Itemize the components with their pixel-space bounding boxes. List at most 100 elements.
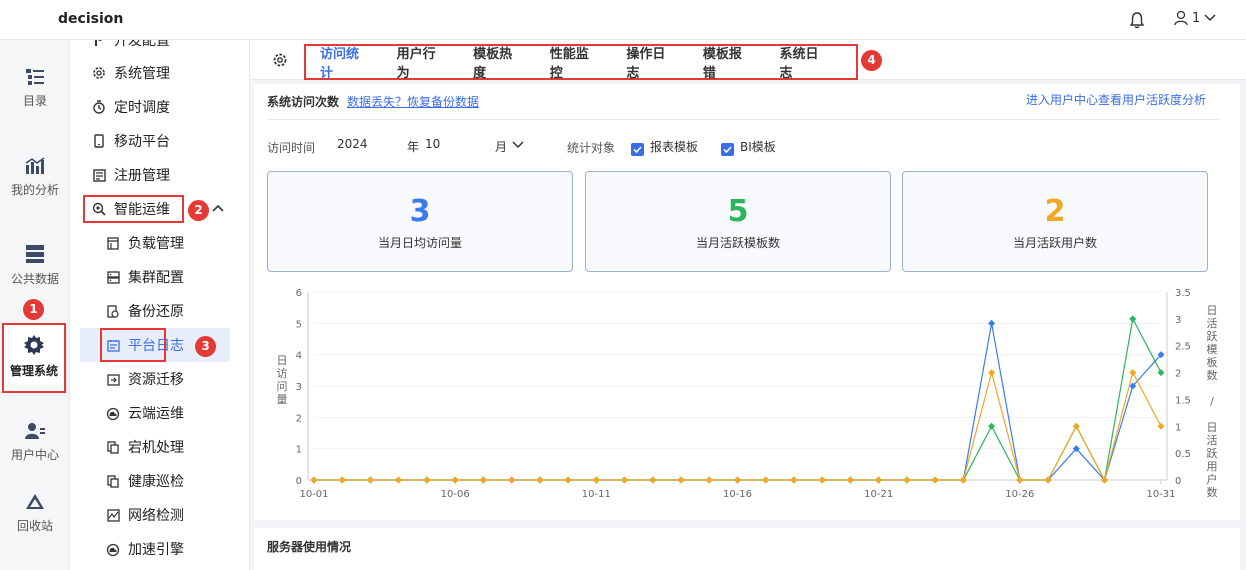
target-label: 统计对象 [567, 141, 616, 155]
tab-user-behavior[interactable]: 用户行为 [397, 43, 444, 81]
user-menu[interactable]: 1 [1174, 10, 1216, 26]
menu-label: 移动平台 [114, 134, 170, 150]
data-point [988, 422, 996, 430]
checkbox-label: BI模板 [740, 140, 776, 154]
stat-card-active-templates: 5 当月活跃模板数 [585, 171, 891, 272]
data-point [649, 476, 657, 484]
rail-label: 回收站 [16, 519, 53, 533]
bell-icon[interactable] [1129, 11, 1145, 29]
month-unit: 月 [495, 140, 508, 154]
stat-card-active-users: 2 当月活跃用户数 [902, 171, 1208, 272]
app-title: decision [58, 11, 124, 27]
menu-item-schedule[interactable]: 定时调度 [70, 90, 249, 124]
data-point [734, 476, 741, 484]
menu-item-network[interactable]: 网络检测 [70, 498, 249, 532]
series-line [314, 370, 1162, 482]
stat-label: 当月活跃模板数 [695, 236, 780, 250]
tab-template-heat[interactable]: 模板热度 [473, 43, 520, 81]
rail-item-recycle[interactable]: 回收站 [0, 493, 70, 534]
x-tick-label: 10-16 [723, 489, 752, 500]
data-point [479, 476, 487, 484]
y-axis-label-left: 日访问量 [277, 354, 288, 406]
user-center-icon [25, 423, 45, 439]
menu-item-cluster[interactable]: 集群配置 [70, 260, 249, 294]
stat-value: 2 [1044, 194, 1066, 229]
load-icon [106, 236, 120, 250]
tab-template-error[interactable]: 模板报错 [703, 43, 750, 81]
y-tick-right: 0 [1175, 476, 1181, 487]
section-title: 系统访问次数 [267, 95, 340, 109]
menu-item-health[interactable]: 健康巡检 [70, 464, 249, 498]
year-unit: 年 [407, 140, 420, 154]
data-point [423, 476, 431, 484]
tab-operation-log[interactable]: 操作日志 [626, 43, 673, 81]
highlight-box [100, 328, 166, 362]
menu-item-migrate[interactable]: 资源迁移 [70, 362, 249, 396]
y-tick-right: 3.5 [1175, 288, 1191, 299]
analysis-icon [25, 157, 45, 174]
backup-icon [106, 304, 120, 318]
main-area: 访问统计 用户行为 模板热度 性能监控 操作日志 模板报错 系统日志 4 系统访… [250, 40, 1246, 570]
checkbox-checked-icon [721, 143, 734, 156]
data-point [366, 476, 374, 484]
rail-item-user-center[interactable]: 用户中心 [0, 422, 70, 463]
cluster-icon [106, 270, 120, 284]
menu-item-mobile[interactable]: 移动平台 [70, 124, 249, 158]
gear-icon [92, 66, 106, 80]
bi-template-checkbox[interactable]: BI模板 [721, 138, 776, 156]
menu-item-backup[interactable]: 备份还原 [70, 294, 249, 328]
tab-performance[interactable]: 性能监控 [550, 43, 597, 81]
y-tick-left: 2 [296, 413, 302, 424]
x-tick-label: 10-21 [864, 489, 893, 500]
tabs-highlight: 访问统计 用户行为 模板热度 性能监控 操作日志 模板报错 系统日志 [304, 43, 858, 81]
user-name: 1 [1192, 10, 1201, 26]
user-center-link[interactable]: 进入用户中心查看用户活跃度分析 [1026, 91, 1206, 108]
rail-item-public-data[interactable]: 公共数据 [0, 244, 70, 287]
visit-time-label: 访问时间 [267, 141, 316, 155]
data-point [395, 476, 403, 484]
menu-item-crash[interactable]: 宕机处理 [70, 430, 249, 464]
stat-label: 当月日均访问量 [377, 236, 462, 250]
rail-item-system[interactable]: 管理系统 [2, 323, 66, 393]
menu-item-engine[interactable]: 加速引擎 [70, 532, 249, 566]
visits-line-chart: 0 1 2 3 4 5 6 0 0.5 1 1.5 2 2.5 3 3.5 10-01 10-06 10-11 10… [277, 288, 1218, 500]
rail-item-directory[interactable]: 目录 [0, 68, 70, 109]
rail-item-analysis[interactable]: 我的分析 [0, 157, 70, 198]
y-tick-right: 1.5 [1175, 395, 1191, 406]
top-bar: decision 1 [0, 0, 1246, 40]
public-data-icon [26, 245, 44, 263]
data-point [536, 476, 544, 484]
tab-access-stats[interactable]: 访问统计 [320, 43, 367, 81]
system-menu: 开发配置 系统管理 定时调度 移动平台 注册管理 智能运维 2 负载管理 集群配… [70, 40, 250, 570]
y-tick-left: 6 [296, 288, 302, 299]
y-tick-left: 5 [296, 319, 302, 330]
year-select[interactable]: 2024 [337, 137, 368, 151]
data-point [592, 476, 600, 484]
migrate-icon [106, 372, 120, 386]
menu-item-system-management[interactable]: 系统管理 [70, 56, 249, 90]
data-point [762, 476, 770, 484]
settings-gear-icon[interactable] [272, 52, 288, 68]
step-badge: 4 [861, 50, 882, 71]
x-tick-label: 10-31 [1146, 489, 1175, 500]
recycle-icon [26, 494, 44, 509]
chevron-up-icon[interactable] [212, 204, 224, 212]
menu-item-register[interactable]: 注册管理 [70, 158, 249, 192]
menu-label: 系统管理 [114, 66, 170, 82]
menu-item-load[interactable]: 负载管理 [70, 226, 249, 260]
menu-item-smart-ops[interactable]: 智能运维 [70, 192, 249, 226]
step-badge: 2 [188, 200, 209, 221]
chevron-down-icon[interactable] [512, 141, 524, 149]
data-point [903, 476, 911, 484]
menu-item-cloud-ops[interactable]: 云端运维 [70, 396, 249, 430]
rail-label: 公共数据 [10, 272, 59, 286]
server-usage-section: 服务器使用情况 [254, 520, 1240, 570]
month-select[interactable]: 10 [425, 137, 440, 151]
report-template-checkbox[interactable]: 报表模板 [631, 138, 698, 156]
restore-backup-link[interactable]: 数据丢失？恢复备份数据 [347, 93, 479, 110]
checkbox-label: 报表模板 [650, 140, 699, 154]
system-gear-icon [24, 335, 44, 355]
menu-item-dev-config[interactable]: 开发配置 [70, 40, 249, 52]
tab-system-log[interactable]: 系统日志 [779, 43, 826, 81]
server-usage-title: 服务器使用情况 [267, 540, 352, 554]
